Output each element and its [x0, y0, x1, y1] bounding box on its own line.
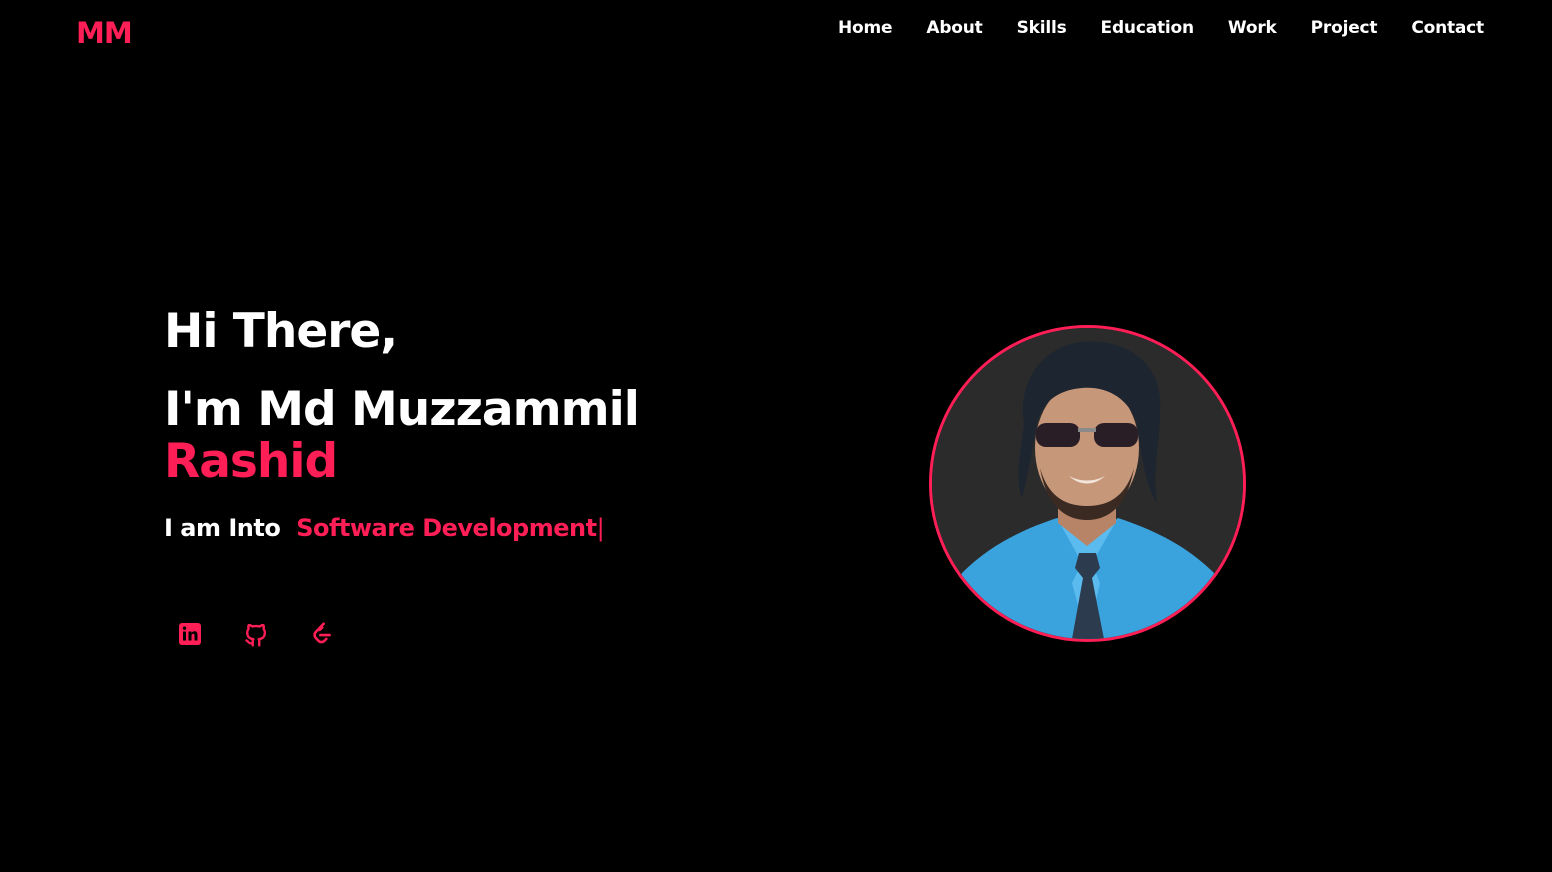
- nav-education[interactable]: Education: [1101, 16, 1195, 40]
- leetcode-icon[interactable]: [308, 620, 336, 648]
- social-links: [176, 620, 374, 648]
- main-nav: Home About Skills Education Work Project…: [838, 16, 1484, 40]
- hero-intro: I'm Md Muzzammil Rashid: [164, 384, 764, 488]
- logo[interactable]: MM: [76, 16, 133, 50]
- nav-project[interactable]: Project: [1311, 16, 1378, 40]
- linkedin-icon[interactable]: [176, 620, 204, 648]
- typing-cursor: |: [596, 514, 605, 542]
- github-icon[interactable]: [242, 620, 270, 648]
- profile-photo: [929, 325, 1246, 642]
- role-line: I am Into Software Development|: [164, 514, 764, 542]
- nav-work[interactable]: Work: [1228, 16, 1277, 40]
- role-text: Software Development: [296, 514, 597, 542]
- hero-section: Hi There, I'm Md Muzzammil Rashid I am I…: [164, 302, 764, 542]
- portfolio-page: MM Home About Skills Education Work Proj…: [0, 0, 1552, 872]
- nav-about[interactable]: About: [926, 16, 982, 40]
- nav-skills[interactable]: Skills: [1017, 16, 1067, 40]
- role-prefix: I am Into: [164, 514, 281, 542]
- nav-home[interactable]: Home: [838, 16, 893, 40]
- hero-name-accent: Rashid: [164, 434, 338, 489]
- nav-contact[interactable]: Contact: [1411, 16, 1484, 40]
- hero-name: I'm Md Muzzammil: [164, 382, 640, 437]
- hero-greeting: Hi There,: [164, 304, 398, 359]
